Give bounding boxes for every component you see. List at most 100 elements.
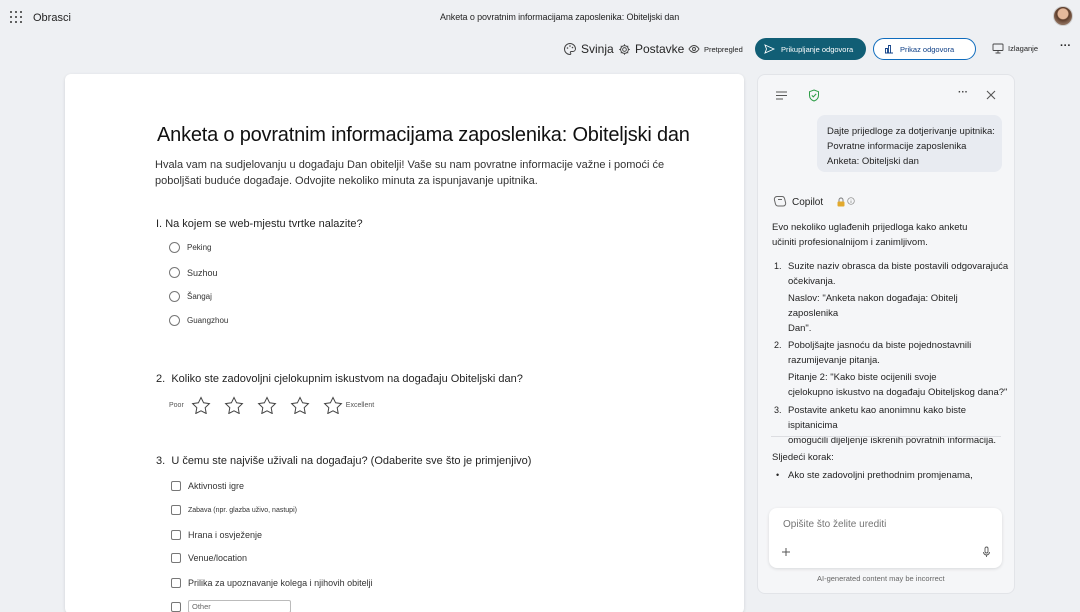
radio-button[interactable] <box>169 242 180 253</box>
theme-label: Svinja <box>581 42 614 56</box>
option-label: Peking <box>187 243 212 252</box>
radio-option[interactable]: Peking <box>169 242 211 253</box>
star-icon[interactable] <box>322 396 344 414</box>
avatar[interactable] <box>1053 6 1073 26</box>
radio-option[interactable]: Šangaj <box>169 291 212 302</box>
info-icon[interactable] <box>847 197 855 205</box>
radio-option[interactable]: Suzhou <box>169 267 218 278</box>
copilot-intro: Evo nekoliko uglađenih prijedloga kako a… <box>772 220 967 250</box>
collect-responses-label: Prikupljanje odgovora <box>781 44 854 54</box>
checkbox[interactable] <box>171 601 181 612</box>
preview-label: Pretpregled <box>704 44 743 54</box>
monitor-icon <box>992 43 1004 54</box>
suggestion-detail: Pitanje 2: "Kako biste ocijenili svoje <box>788 372 937 383</box>
copilot-input[interactable] <box>783 519 973 530</box>
question-number: 3. <box>156 455 166 467</box>
suggestion-number: 2. <box>774 340 782 350</box>
form-title[interactable]: Anketa o povratnim informacijama zaposle… <box>157 124 690 147</box>
palette-icon <box>564 42 577 56</box>
suggestion-line: Suzite naziv obrasca da biste postavili … <box>788 261 1009 272</box>
theme-button[interactable]: Svinja <box>563 42 614 56</box>
radio-option[interactable]: Guangzhou <box>169 315 228 326</box>
question-number: 2. <box>156 373 166 385</box>
next-step-label: Sljedeći korak: <box>772 452 834 463</box>
question-number: I. <box>156 218 163 230</box>
option-label: Hrana i osvježenje <box>188 530 263 540</box>
suggestion-list: 1. Suzite naziv obrasca da biste postavi… <box>774 259 1009 448</box>
add-icon[interactable] <box>781 547 791 557</box>
collect-responses-button[interactable]: Prikupljanje odgovora <box>755 38 866 60</box>
checkbox-option[interactable]: Aktivnosti igre <box>171 481 244 491</box>
more-options-button[interactable]: ··· <box>1060 40 1071 52</box>
star-icon[interactable] <box>256 396 278 414</box>
microphone-icon[interactable] <box>982 546 991 558</box>
present-button[interactable]: Izlaganje <box>992 43 1038 54</box>
suggestion-detail: Dan". <box>788 323 812 334</box>
radio-button[interactable] <box>169 315 180 326</box>
checkbox-option[interactable]: Prilika za upoznavanje kolega i njihovih… <box>171 578 373 588</box>
suggestion-item: 1. Suzite naziv obrasca da biste postavi… <box>774 259 1009 336</box>
checkbox[interactable] <box>171 553 181 563</box>
eye-icon <box>688 45 700 53</box>
suggestion-detail: cjelokupno iskustvo na događaju Obiteljs… <box>788 387 1008 398</box>
copilot-intro-line: Evo nekoliko uglađenih prijedloga kako a… <box>772 222 968 233</box>
option-label: Prilika za upoznavanje kolega i njihovih… <box>188 578 373 588</box>
form-description[interactable]: Hvala vam na sudjelovanju u događaju Dan… <box>155 157 675 189</box>
checkbox-option[interactable]: Hrana i osvježenje <box>171 530 262 540</box>
user-message-line: Dajte prijedloge za dotjerivanje upitnik… <box>827 126 995 137</box>
next-step-text: Ako ste zadovoljni prethodnim promjenama… <box>788 470 973 481</box>
radio-button[interactable] <box>169 291 180 302</box>
option-label: Zabava (npr. glazba uživo, nastupi) <box>188 506 297 514</box>
ai-disclaimer: AI-generated content may be incorrect <box>817 574 945 583</box>
radio-button[interactable] <box>169 267 180 278</box>
rating-scale: Poor Excellent <box>169 396 374 414</box>
suggestion-line: Poboljšajte jasnoću da biste pojednostav… <box>788 340 972 351</box>
rating-low-label: Poor <box>169 401 184 409</box>
next-step-item: • Ako ste zadovoljni prethodnim promjena… <box>776 468 973 486</box>
suggestion-number: 1. <box>774 261 782 271</box>
form-canvas: Anketa o povratnim informacijama zaposle… <box>65 74 744 612</box>
rating-high-label: Excellent <box>345 401 375 409</box>
lock-icon <box>837 197 845 207</box>
question-3[interactable]: 3. U čemu ste najviše uživali na događaj… <box>156 455 531 467</box>
question-2[interactable]: 2. Koliko ste zadovoljni cjelokupnim isk… <box>156 373 523 385</box>
more-options-icon[interactable]: ··· <box>958 87 968 98</box>
suggestion-detail: Naslov: "Anketa nakon događaja: Obitelj … <box>788 293 958 319</box>
copilot-pane: ··· Dajte prijedloge za dotjerivanje upi… <box>757 74 1015 594</box>
app-launcher-icon[interactable] <box>10 11 22 23</box>
send-icon <box>764 44 775 54</box>
checkbox-option-other[interactable]: Other <box>171 600 291 612</box>
close-icon[interactable] <box>986 90 996 100</box>
star-icon[interactable] <box>223 396 245 414</box>
suggestion-number: 3. <box>774 405 782 415</box>
gear-icon <box>619 43 630 55</box>
checkbox[interactable] <box>171 578 181 588</box>
settings-label: Postavke <box>635 42 685 56</box>
other-input[interactable]: Other <box>188 600 291 612</box>
star-icon[interactable] <box>190 396 212 414</box>
star-icon[interactable] <box>289 396 311 414</box>
present-label: Izlaganje <box>1008 44 1039 53</box>
view-responses-label: Prikaz odgovora <box>900 44 955 54</box>
menu-icon[interactable] <box>775 90 788 101</box>
top-bar: Obrasci Anketa o povratnim informacijama… <box>0 0 1080 36</box>
preview-button[interactable]: Pretpregled <box>688 44 743 54</box>
question-text: U čemu ste najviše uživali na događaju? … <box>171 455 532 467</box>
chart-icon <box>885 45 893 54</box>
checkbox[interactable] <box>171 505 181 515</box>
checkbox-option[interactable]: Zabava (npr. glazba uživo, nastupi) <box>171 505 297 515</box>
action-bar: Svinja Postavke Pretpregled Prikupljanje… <box>0 38 1080 62</box>
document-title[interactable]: Anketa o povratnim informacijama zaposle… <box>440 12 679 22</box>
checkbox-option[interactable]: Venue/location <box>171 553 247 563</box>
suggestion-item: 3. Postavite anketu kao anonimnu kako bi… <box>774 403 1009 448</box>
app-name[interactable]: Obrasci <box>33 12 71 24</box>
checkbox[interactable] <box>171 481 181 491</box>
suggestion-item: 2. Poboljšajte jasnoću da biste pojednos… <box>774 338 1009 400</box>
question-1[interactable]: I. Na kojem se web-mjestu tvrtke nalazit… <box>156 218 363 230</box>
settings-button[interactable]: Postavke <box>618 42 684 56</box>
user-message-line: Povratne informacije zaposlenika <box>827 141 967 152</box>
copilot-logo-icon <box>773 196 787 207</box>
checkbox[interactable] <box>171 530 181 540</box>
option-label: Aktivnosti igre <box>188 481 245 491</box>
view-responses-button[interactable]: Prikaz odgovora <box>873 38 976 60</box>
